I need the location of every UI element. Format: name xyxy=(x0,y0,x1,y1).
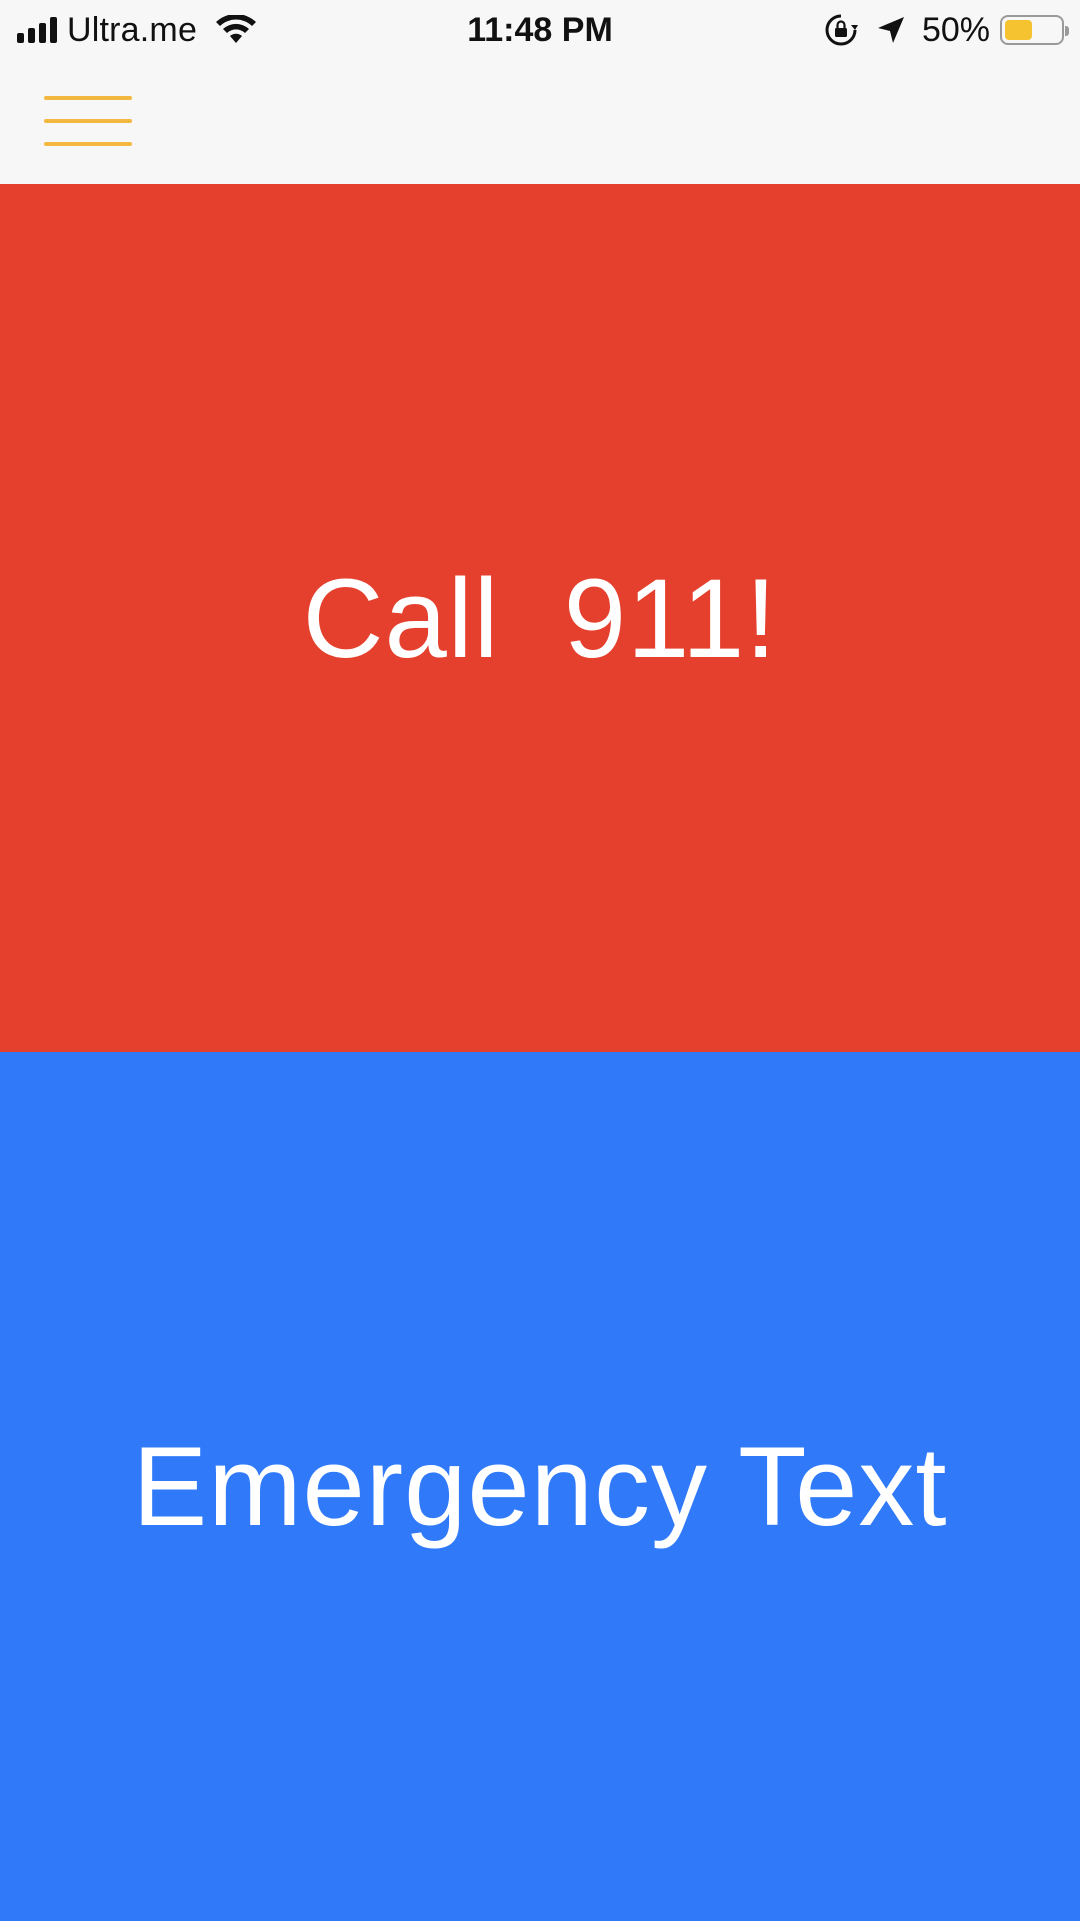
signal-icon xyxy=(17,17,57,43)
battery-percent: 50% xyxy=(921,10,990,49)
hamburger-menu-icon[interactable] xyxy=(44,96,132,146)
emergency-text-label: Emergency Text xyxy=(132,1424,948,1549)
call-911-button[interactable]: Call 911! xyxy=(0,184,1080,1052)
battery-icon xyxy=(1000,15,1069,45)
battery-level-fill xyxy=(1005,20,1032,40)
status-bar: Ultra.me 11:48 PM 50% xyxy=(0,0,1080,60)
status-bar-right: 50% xyxy=(824,8,1069,52)
status-bar-left: Ultra.me xyxy=(17,8,257,52)
nav-bar xyxy=(0,60,1080,184)
lock-rotation-icon xyxy=(825,14,858,46)
menu-line xyxy=(44,96,132,100)
menu-line xyxy=(44,142,132,146)
emergency-text-button[interactable]: Emergency Text xyxy=(0,1052,1080,1921)
wifi-icon xyxy=(216,15,257,43)
location-icon xyxy=(877,17,904,43)
menu-line xyxy=(44,119,132,123)
carrier-name: Ultra.me xyxy=(67,10,198,49)
call-911-label: Call 911! xyxy=(302,555,778,681)
app-screen: Ultra.me 11:48 PM 50% Call 911! Emergenc… xyxy=(0,0,1080,1921)
